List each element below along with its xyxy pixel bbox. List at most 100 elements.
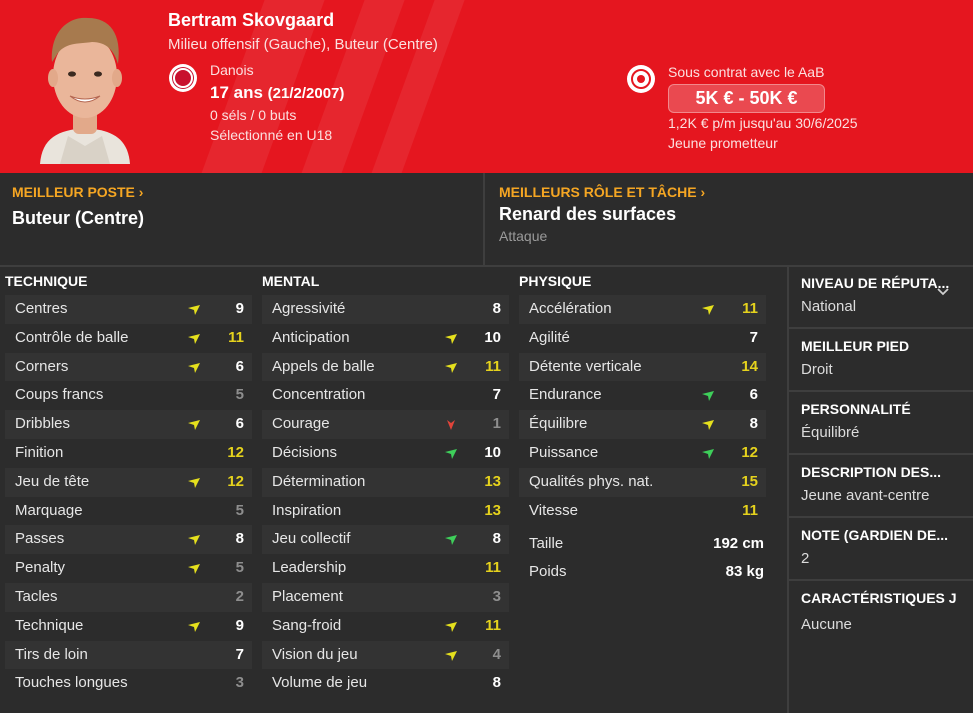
attribute-row[interactable]: Accélération 11 bbox=[519, 295, 766, 324]
attribute-row[interactable]: Leadership 11 bbox=[262, 554, 509, 583]
attribute-row[interactable]: Puissance 12 bbox=[519, 439, 766, 468]
attribute-row[interactable]: Qualités phys. nat. 15 bbox=[519, 467, 766, 497]
attribute-row[interactable]: Tirs de loin 7 bbox=[5, 640, 252, 670]
best-role-value: Renard des surfaces bbox=[499, 204, 677, 224]
attribute-value: 2 bbox=[235, 587, 244, 605]
date-of-birth: (21/2/2007) bbox=[267, 85, 345, 102]
club-crest-icon[interactable] bbox=[627, 65, 655, 93]
attribute-label: Placement bbox=[272, 587, 343, 605]
attribute-label: Jeu collectif bbox=[272, 530, 351, 548]
progress-arrow-icon bbox=[188, 621, 200, 632]
attribute-label: Penalty bbox=[15, 559, 66, 577]
weight-value: 83 kg bbox=[725, 563, 764, 580]
attribute-row[interactable]: Touches longues 3 bbox=[5, 669, 252, 698]
reputation-block[interactable]: NIVEAU DE RÉPUTA... National bbox=[789, 267, 973, 329]
attribute-row[interactable]: Courage 1 bbox=[262, 410, 509, 439]
attribute-row[interactable]: Passes 8 bbox=[5, 525, 252, 555]
attribute-row[interactable]: Inspiration 13 bbox=[262, 497, 509, 526]
attribute-label: Puissance bbox=[529, 443, 599, 461]
attribute-label: Anticipation bbox=[272, 328, 350, 346]
attribute-label: Dribbles bbox=[15, 415, 71, 433]
attribute-row[interactable]: Sang-froid 11 bbox=[262, 612, 509, 641]
best-position-title[interactable]: MEILLEUR POSTE › bbox=[12, 184, 143, 200]
contract-status[interactable]: Sous contrat avec le AaB bbox=[668, 64, 824, 80]
chevron-down-icon[interactable] bbox=[937, 288, 949, 296]
progress-arrow-icon bbox=[445, 362, 457, 373]
player-portrait bbox=[40, 17, 130, 164]
attribute-row[interactable]: Vision du jeu 4 bbox=[262, 640, 509, 670]
selection-status: Sélectionné en U18 bbox=[210, 127, 333, 143]
attribute-row[interactable]: Finition 12 bbox=[5, 439, 252, 468]
attribute-row[interactable]: Endurance 6 bbox=[519, 381, 766, 410]
attribute-row[interactable]: Corners 6 bbox=[5, 352, 252, 382]
progress-arrow-icon bbox=[188, 305, 200, 315]
attribute-value: 10 bbox=[484, 328, 501, 346]
attribute-label: Agressivité bbox=[272, 300, 346, 317]
attribute-label: Concentration bbox=[272, 386, 366, 404]
attribute-row[interactable]: Contrôle de balle 11 bbox=[5, 324, 252, 353]
attribute-label: Détente verticale bbox=[529, 357, 642, 375]
attribute-value: 5 bbox=[235, 559, 244, 577]
attribute-value: 7 bbox=[749, 328, 758, 346]
attribute-row[interactable]: Anticipation 10 bbox=[262, 324, 509, 353]
preferred-foot-value: Droit bbox=[801, 361, 833, 378]
attribute-row[interactable]: Détente verticale 14 bbox=[519, 352, 766, 382]
attribute-value: 5 bbox=[235, 501, 244, 519]
attribute-label: Agilité bbox=[529, 328, 570, 346]
description-block: DESCRIPTION DES... Jeune avant-centre bbox=[789, 456, 973, 518]
attribute-row[interactable]: Coups francs 5 bbox=[5, 381, 252, 410]
attribute-value: 6 bbox=[235, 415, 244, 433]
attribute-row[interactable]: Centres 9 bbox=[5, 295, 252, 324]
personality-value: Équilibré bbox=[801, 424, 860, 441]
attribute-row[interactable]: Marquage 5 bbox=[5, 497, 252, 526]
attribute-row[interactable]: Vitesse 11 bbox=[519, 497, 766, 526]
attribute-row[interactable]: Appels de balle 11 bbox=[262, 352, 509, 382]
attribute-label: Inspiration bbox=[272, 501, 342, 519]
attribute-value: 11 bbox=[742, 501, 758, 519]
attribute-value: 6 bbox=[235, 357, 244, 375]
attribute-row[interactable]: Décisions 10 bbox=[262, 439, 509, 468]
attribute-row[interactable]: Dribbles 6 bbox=[5, 410, 252, 439]
preferred-foot-block: MEILLEUR PIED Droit bbox=[789, 330, 973, 392]
attribute-row[interactable]: Détermination 13 bbox=[262, 467, 509, 497]
attribute-row[interactable]: Agressivité 8 bbox=[262, 295, 509, 324]
best-position-panel[interactable]: MEILLEUR POSTE › Buteur (Centre) bbox=[0, 173, 485, 266]
attribute-row[interactable]: Jeu de tête 12 bbox=[5, 467, 252, 497]
attribute-value: 11 bbox=[485, 616, 501, 634]
traits-block: CARACTÉRISTIQUES J Aucune bbox=[789, 582, 973, 662]
attribute-row[interactable]: Jeu collectif 8 bbox=[262, 525, 509, 555]
progress-arrow-icon bbox=[702, 305, 714, 315]
progress-arrow-icon bbox=[445, 535, 457, 546]
best-role-title[interactable]: MEILLEURS RÔLE ET TÂCHE › bbox=[499, 184, 705, 200]
attribute-label: Marquage bbox=[15, 501, 83, 519]
nation-flag-icon[interactable] bbox=[169, 64, 197, 92]
attribute-value: 8 bbox=[749, 415, 758, 433]
best-role-panel[interactable]: MEILLEURS RÔLE ET TÂCHE › Renard des sur… bbox=[487, 173, 973, 266]
description-value: Jeune avant-centre bbox=[801, 487, 930, 504]
attribute-label: Leadership bbox=[272, 559, 347, 577]
attribute-label: Jeu de tête bbox=[15, 472, 90, 490]
progress-arrow-icon bbox=[188, 564, 200, 575]
attribute-row[interactable]: Équilibre 8 bbox=[519, 410, 766, 439]
attribute-row[interactable]: Agilité 7 bbox=[519, 324, 766, 353]
attribute-row[interactable]: Tacles 2 bbox=[5, 582, 252, 612]
preferred-foot-title: MEILLEUR PIED bbox=[801, 338, 910, 354]
attribute-value: 15 bbox=[741, 472, 758, 490]
attribute-label: Qualités phys. nat. bbox=[529, 472, 654, 490]
technical-column: TECHNIQUE Centres 9 Contrôle de balle 11 Cor… bbox=[0, 267, 257, 698]
weight-row: Poids 83 kg bbox=[519, 558, 776, 586]
progress-arrow-icon bbox=[702, 420, 714, 431]
attribute-row[interactable]: Volume de jeu 8 bbox=[262, 669, 509, 698]
attribute-label: Centres bbox=[15, 300, 68, 317]
attribute-value: 13 bbox=[484, 501, 501, 519]
attribute-value: 11 bbox=[228, 328, 244, 346]
technical-title: TECHNIQUE bbox=[5, 273, 88, 289]
attribute-row[interactable]: Placement 3 bbox=[262, 582, 509, 612]
best-role-duty: Attaque bbox=[499, 228, 548, 244]
attribute-row[interactable]: Technique 9 bbox=[5, 612, 252, 641]
attribute-row[interactable]: Penalty 5 bbox=[5, 554, 252, 583]
weight-label: Poids bbox=[529, 563, 567, 580]
transfer-value-badge[interactable]: 5K € - 50K € bbox=[668, 84, 825, 113]
attribute-row[interactable]: Concentration 7 bbox=[262, 381, 509, 410]
wage-info: 1,2K € p/m jusqu'au 30/6/2025 bbox=[668, 115, 858, 131]
